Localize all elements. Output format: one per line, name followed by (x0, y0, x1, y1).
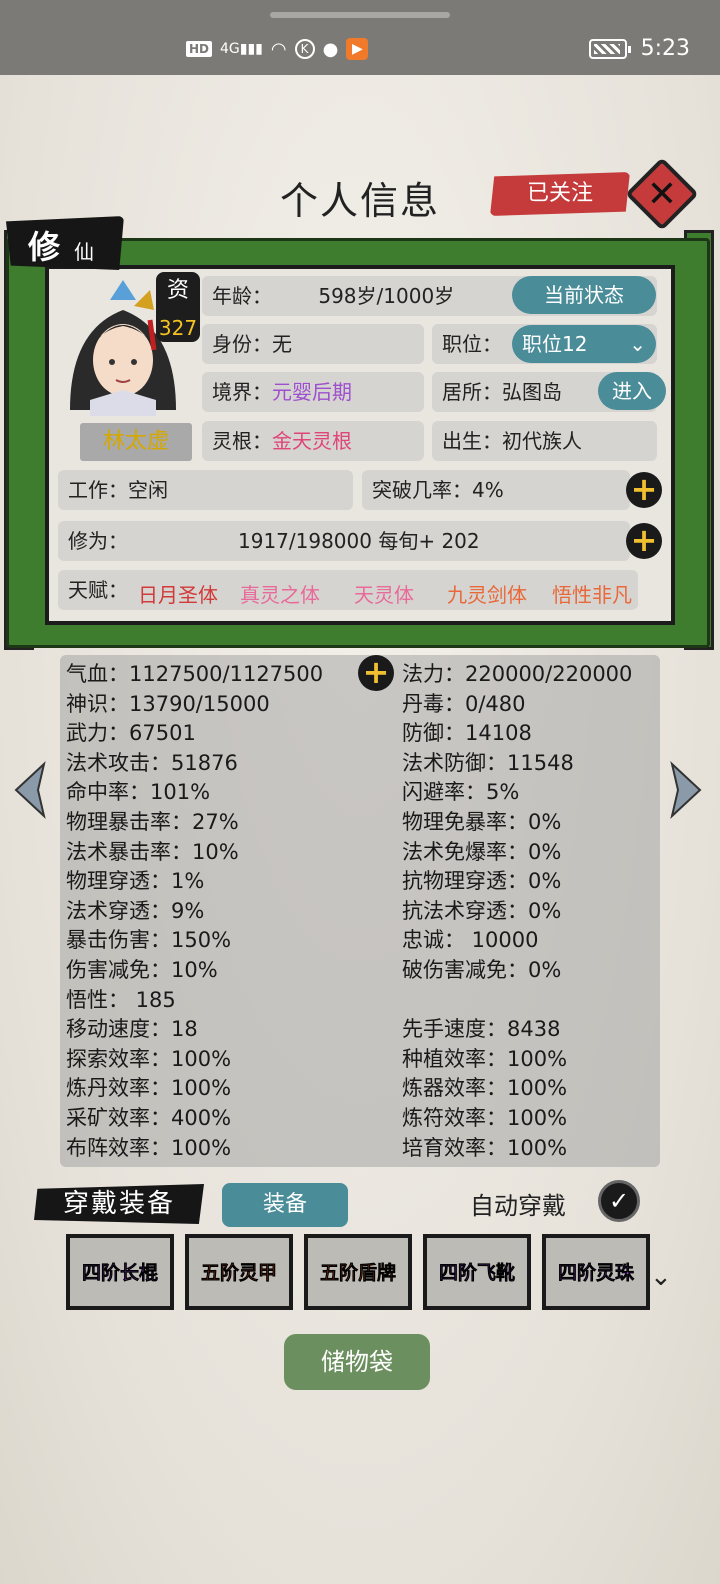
aptitude-value: 327 (158, 316, 198, 340)
talent-item[interactable]: 九灵剑体 (447, 579, 527, 608)
spirit-root-label: 灵根： (212, 429, 272, 453)
age-label: 年龄： (212, 284, 272, 308)
stat-right: 炼器效率：100% (402, 1076, 568, 1101)
stat-left: 悟性： 185 (66, 987, 176, 1012)
hd-icon: HD (186, 41, 213, 57)
stat-right: 防御：14108 (402, 721, 532, 746)
storage-bag-button[interactable]: 储物袋 (284, 1334, 430, 1390)
stat-left: 伤害减免：10% (66, 958, 218, 982)
stat-right: 培育效率：100% (402, 1135, 568, 1160)
stat-left: 物理穿透：1% (66, 869, 205, 894)
stat-left: 气血：1127500/1127500 (66, 662, 324, 686)
clock: 5:23 (640, 36, 690, 61)
hp-plus-icon[interactable]: + (358, 655, 394, 691)
cultivation-label: 修为： (68, 529, 128, 553)
position-label: 职位： (442, 332, 502, 356)
breakthrough-plus-icon[interactable]: + (626, 472, 662, 508)
talent-item[interactable]: 悟性非凡 (552, 579, 632, 608)
stat-left: 炼丹效率：100% (66, 1076, 232, 1101)
stat-right: 法术防御：11548 (402, 750, 574, 775)
stat-left: 法术攻击：51876 (66, 750, 238, 775)
stat-left: 采矿效率：400% (66, 1106, 232, 1130)
equip-button[interactable]: 装备 (222, 1183, 348, 1227)
stat-left: 武力：67501 (66, 721, 196, 746)
aptitude-badge: 资 327 (156, 272, 200, 342)
signal-icon: 4G▮▮▮ (220, 41, 263, 57)
birth-row: 出生：初代族人 (432, 421, 657, 461)
equipment-slot[interactable]: 四阶飞靴 (423, 1234, 531, 1310)
status-icons: HD 4G▮▮▮ ◠ K ● ▶ (186, 38, 369, 60)
stat-left: 神识：13790/15000 (66, 691, 270, 716)
k-icon: K (294, 39, 315, 59)
equipment-label: 穿戴装备 (34, 1184, 204, 1224)
close-icon: ✕ (646, 173, 678, 215)
aptitude-label: 资 (166, 278, 189, 303)
auto-equip-label: 自动穿戴 (470, 1192, 566, 1220)
battery-icon (588, 38, 631, 59)
stat-right: 抗物理穿透：0% (402, 869, 562, 894)
stat-right: 丹毒：0/480 (402, 691, 526, 716)
spirit-root-value: 金天灵根 (272, 429, 352, 453)
expand-chevron-icon[interactable]: ⌄ (650, 1262, 672, 1292)
realm-label: 境界： (212, 380, 272, 404)
stat-left: 探索效率：100% (66, 1046, 232, 1071)
rank-sub: 仙 (74, 240, 94, 264)
current-status-button[interactable]: 当前状态 (512, 276, 656, 314)
cultivation-plus-icon[interactable]: + (626, 523, 662, 559)
talent-item[interactable]: 真灵之体 (240, 579, 320, 608)
stat-left: 法术暴击率：10% (66, 839, 239, 864)
stat-right: 闪避率：5% (402, 780, 520, 805)
stat-right: 破伤害减免：0% (402, 958, 562, 982)
cultivation-value: 1917/198000 每旬+ 202 (238, 529, 480, 553)
equipment-slot[interactable]: 四阶长棍 (66, 1234, 174, 1310)
equipment-slot[interactable]: 五阶盾牌 (304, 1234, 412, 1310)
realm-value: 元婴后期 (272, 380, 352, 404)
rank-tag: 修 仙 (6, 216, 124, 270)
age-value: 598岁/1000岁 (318, 284, 455, 308)
spirit-root-row: 灵根：金天灵根 (202, 421, 424, 461)
cultivation-row: 修为： 1917/198000 每旬+ 202 (58, 521, 630, 561)
auto-equip-check-icon[interactable]: ✓ (598, 1180, 640, 1222)
work-row: 工作：空闲 (58, 470, 353, 510)
position-value: 职位12 (522, 332, 588, 356)
talent-label: 天赋： (68, 578, 128, 602)
equipment-slot[interactable]: 五阶灵甲 (185, 1234, 293, 1310)
next-arrow[interactable] (666, 760, 706, 820)
play-icon: ▶ (346, 38, 369, 60)
enter-button[interactable]: 进入 (598, 372, 666, 410)
breakthrough-row: 突破几率：4% (362, 470, 630, 510)
rank-main: 修 (28, 228, 61, 266)
stat-right: 先手速度：8438 (402, 1017, 561, 1042)
stat-left: 移动速度：18 (66, 1017, 198, 1042)
equipment-slot[interactable]: 四阶灵珠 (542, 1234, 650, 1310)
stat-right: 法力：220000/220000 (402, 662, 633, 686)
stat-right: 种植效率：100% (402, 1046, 568, 1071)
wifi-icon: ◠ (270, 38, 287, 60)
stat-left: 命中率：101% (66, 780, 211, 805)
stat-left: 法术穿透：9% (66, 898, 205, 923)
stat-right: 物理免暴率：0% (402, 810, 562, 834)
stat-right: 抗法术穿透：0% (402, 898, 562, 923)
stat-right: 炼符效率：100% (402, 1106, 568, 1130)
stat-left: 物理暴击率：27% (66, 810, 239, 834)
notch-pill (270, 12, 450, 18)
position-select[interactable]: 职位12 ⌄ (512, 325, 656, 363)
follow-button[interactable]: 已关注 (490, 172, 630, 216)
stat-left: 暴击伤害：150% (66, 928, 232, 953)
stat-right: 法术免爆率：0% (402, 839, 562, 864)
chevron-down-icon: ⌄ (629, 332, 646, 356)
talent-item[interactable]: 日月圣体 (138, 579, 218, 608)
talent-item[interactable]: 天灵体 (354, 579, 414, 608)
status-bar: HD 4G▮▮▮ ◠ K ● ▶ 5:23 (0, 0, 720, 75)
stat-right: 忠诚： 10000 (402, 928, 539, 953)
realm-row: 境界：元婴后期 (202, 372, 424, 412)
stat-left: 布阵效率：100% (66, 1135, 232, 1160)
character-name: 林太虚 (80, 423, 192, 461)
prev-arrow[interactable] (10, 760, 50, 820)
identity-row: 身份：无 (202, 324, 424, 364)
ball-icon: ● (322, 38, 339, 60)
